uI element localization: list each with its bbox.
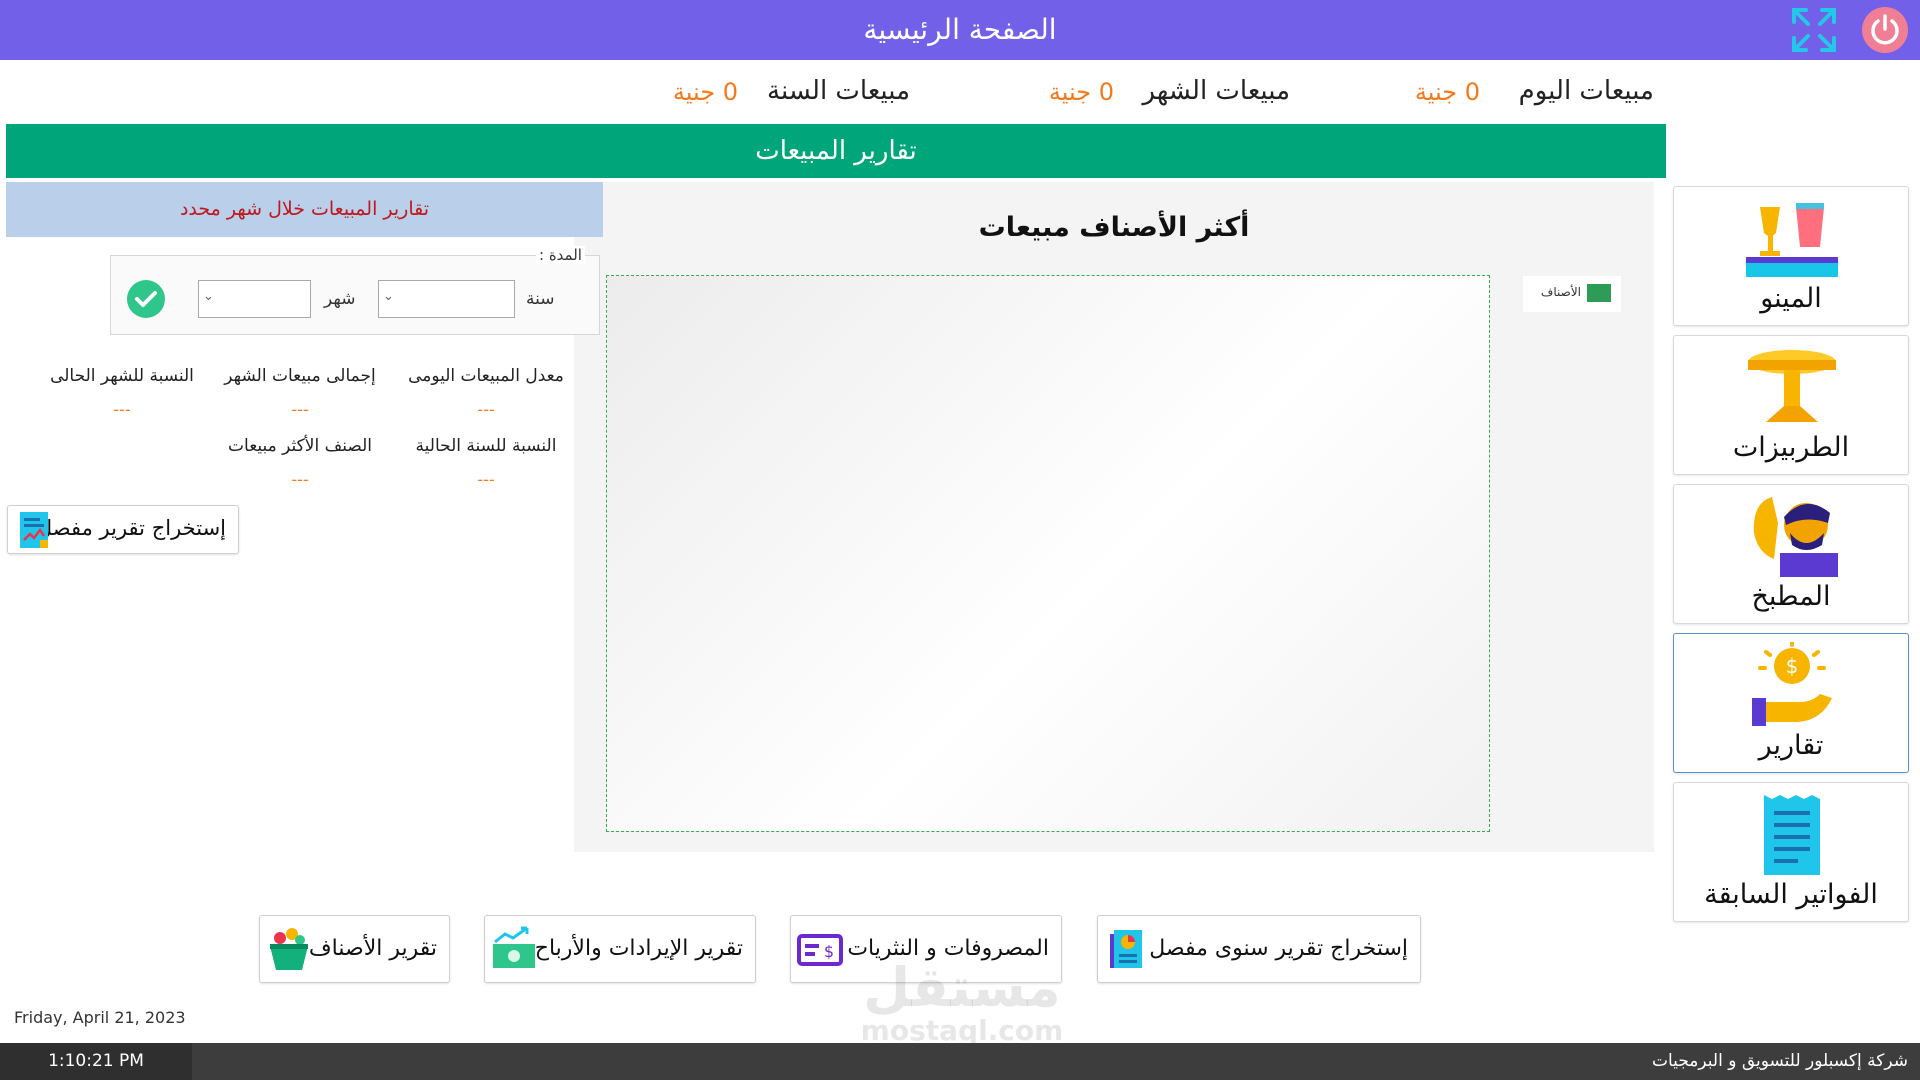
top-item-value: --- [291, 470, 309, 489]
current-year-ratio-value: --- [477, 470, 495, 489]
chart-plot-area [606, 275, 1490, 832]
confirm-button[interactable] [127, 280, 165, 318]
today-sales-value: 0 جنية [1414, 78, 1480, 106]
nav-tables-button[interactable]: الطربيزات [1673, 335, 1909, 475]
expand-icon [1792, 8, 1836, 52]
month-total-sales-value: --- [291, 400, 309, 419]
status-company: شركة إكسبلور للتسويق و البرمجيات [1652, 1051, 1908, 1071]
nav-menu-label: المينو [1760, 283, 1822, 314]
today-sales-label: مبيعات اليوم [1518, 76, 1654, 106]
current-month-ratio-label: النسبة للشهر الحالى [50, 366, 194, 386]
top-item-label: الصنف الأكثر مبيعات [228, 436, 372, 456]
nav-kitchen-button[interactable]: المطبخ [1673, 484, 1909, 624]
watermark-site: mostaql.com [860, 1014, 1064, 1047]
daily-sales-rate-value: --- [477, 400, 495, 419]
nav-tables-label: الطربيزات [1732, 432, 1850, 463]
nav-menu-button[interactable]: المينو [1673, 186, 1909, 326]
fullscreen-button[interactable] [1790, 6, 1838, 54]
period-label: المدة : [536, 246, 585, 264]
title-bar: الصفحة الرئيسية [0, 0, 1920, 60]
chart-legend: الأصناف [1523, 276, 1621, 312]
svg-text:$: $ [1786, 654, 1799, 678]
invoice-icon [1764, 795, 1820, 875]
nav-kitchen-label: المطبخ [1751, 581, 1831, 612]
month-sales-value: 0 جنية [1048, 78, 1114, 106]
detailed-report-button[interactable]: إستخراج تقرير مفصل [7, 505, 239, 554]
revenue-profit-label: تقرير الإيرادات والأرباح [534, 936, 743, 961]
watermark-text: مستقل [863, 956, 1061, 1019]
table-icon [1748, 350, 1836, 422]
report-chart-icon [20, 512, 48, 548]
items-basket-icon [270, 928, 308, 970]
chevron-down-icon: ⌄ [203, 289, 214, 304]
power-icon [1871, 14, 1899, 45]
power-button[interactable] [1862, 7, 1908, 53]
legend-swatch [1587, 284, 1611, 302]
reports-money-icon: $ [1752, 642, 1832, 726]
nav-invoices-button[interactable]: الفواتير السابقة [1673, 782, 1909, 922]
year-label: سنة [526, 289, 555, 309]
month-sales-label: مبيعات الشهر [1142, 76, 1291, 106]
yearly-report-icon [1110, 930, 1142, 968]
items-report-label: تقرير الأصناف [308, 936, 437, 961]
chart-title: أكثر الأصناف مبيعات [978, 212, 1250, 243]
year-sales-value: 0 جنية [672, 78, 738, 106]
chef-icon [1753, 497, 1838, 577]
status-bar [0, 1043, 1920, 1080]
chevron-down-icon: ⌄ [383, 289, 394, 304]
window-title: الصفحة الرئيسية [863, 13, 1057, 46]
month-label: شهر [324, 289, 356, 309]
yearly-report-button[interactable]: إستخراج تقرير سنوى مفصل [1097, 915, 1421, 983]
current-year-ratio-label: النسبة للسنة الحالية [415, 436, 557, 456]
detailed-report-label: إستخراج تقرير مفصل [36, 516, 226, 540]
yearly-report-label: إستخراج تقرير سنوى مفصل [1149, 936, 1408, 961]
sales-reports-header: تقارير المبيعات [6, 124, 1666, 178]
current-month-ratio-value: --- [113, 400, 131, 419]
expenses-icon: $ [797, 934, 843, 966]
items-report-button[interactable]: تقرير الأصناف [259, 915, 450, 983]
month-total-sales-label: إجمالى مبيعات الشهر [224, 366, 376, 386]
menu-drinks-icon [1746, 203, 1838, 277]
year-sales-label: مبيعات السنة [767, 76, 910, 106]
nav-reports-label: تقارير [1758, 730, 1824, 761]
current-date: Friday, April 21, 2023 [14, 1008, 186, 1027]
watermark: مستقل mostaql.com [842, 960, 1082, 1046]
month-select[interactable]: ⌄ [198, 280, 311, 318]
daily-sales-rate-label: معدل المبيعات اليومى [408, 366, 564, 386]
nav-reports-button[interactable]: $ تقارير [1673, 633, 1909, 773]
year-select[interactable]: ⌄ [378, 280, 515, 318]
revenue-profit-icon [493, 926, 535, 968]
revenue-profit-button[interactable]: تقرير الإيرادات والأرباح [484, 915, 756, 983]
svg-text:$: $ [824, 942, 834, 961]
checkmark-icon [135, 291, 157, 307]
status-time: 1:10:21 PM [0, 1043, 192, 1080]
legend-label: الأصناف [1540, 285, 1581, 299]
monthly-report-header: تقارير المبيعات خلال شهر محدد [6, 182, 603, 237]
nav-invoices-label: الفواتير السابقة [1704, 879, 1878, 910]
